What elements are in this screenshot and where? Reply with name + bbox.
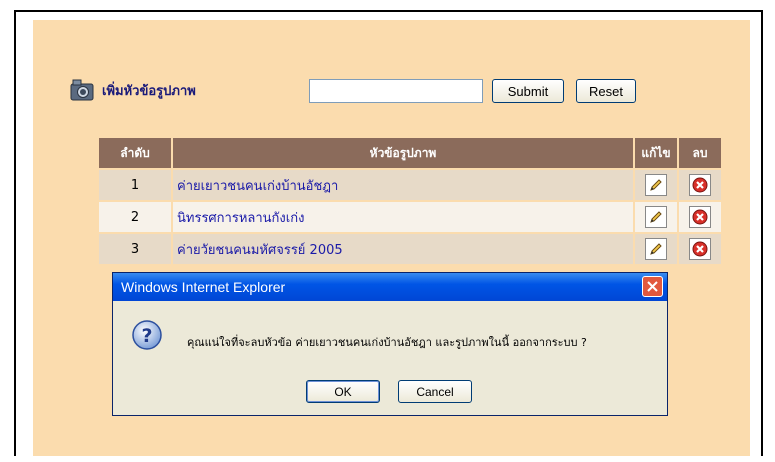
row-number: 3 [99, 234, 171, 264]
row-number: 2 [99, 202, 171, 232]
close-icon[interactable] [642, 276, 663, 297]
pencil-icon[interactable] [645, 238, 667, 260]
table-row: 2 นิทรรศการหลานกังเก่ง [99, 202, 721, 232]
add-title: เพิ่มหัวข้อรูปภาพ [102, 83, 196, 99]
col-header-delete: ลบ [679, 138, 721, 168]
cancel-button[interactable]: Cancel [398, 380, 472, 403]
add-title-row: เพิ่มหัวข้อรูปภาพ [70, 76, 196, 104]
dialog-message: คุณแน่ใจที่จะลบหัวข้อ ค่ายเยาวชนคนเก่งบ้… [187, 336, 587, 349]
topic-link[interactable]: ค่ายเยาวชนคนเก่งบ้านอัชฎา [173, 170, 633, 200]
confirm-dialog: Windows Internet Explorer ? คุณแน่ใจที่จ… [112, 272, 668, 416]
topic-link[interactable]: นิทรรศการหลานกังเก่ง [173, 202, 633, 232]
submit-button[interactable]: Submit [492, 79, 564, 103]
question-icon: ? [131, 319, 163, 351]
table-row: 1 ค่ายเยาวชนคนเก่งบ้านอัชฎา [99, 170, 721, 200]
pencil-icon[interactable] [645, 206, 667, 228]
col-header-topic: หัวข้อรูปภาพ [173, 138, 633, 168]
dialog-titlebar[interactable]: Windows Internet Explorer [113, 273, 667, 301]
edit-cell [635, 202, 677, 232]
reset-button[interactable]: Reset [576, 79, 636, 103]
delete-cell [679, 170, 721, 200]
edit-cell [635, 170, 677, 200]
title-input[interactable] [309, 79, 483, 103]
row-number: 1 [99, 170, 171, 200]
delete-icon[interactable] [689, 238, 711, 260]
col-header-order: ลำดับ [99, 138, 171, 168]
topics-table: ลำดับ หัวข้อรูปภาพ แก้ไข ลบ 1 ค่ายเยาวชน… [97, 136, 723, 266]
table-row: 3 ค่ายวัยชนคนมหัศจรรย์ 2005 [99, 234, 721, 264]
delete-icon[interactable] [689, 206, 711, 228]
delete-icon[interactable] [689, 174, 711, 196]
ok-button[interactable]: OK [306, 380, 380, 403]
camera-icon [70, 78, 94, 102]
svg-text:?: ? [141, 325, 152, 347]
pencil-icon[interactable] [645, 174, 667, 196]
topic-link[interactable]: ค่ายวัยชนคนมหัศจรรย์ 2005 [173, 234, 633, 264]
dialog-title: Windows Internet Explorer [121, 279, 286, 295]
edit-cell [635, 234, 677, 264]
delete-cell [679, 234, 721, 264]
col-header-edit: แก้ไข [635, 138, 677, 168]
delete-cell [679, 202, 721, 232]
